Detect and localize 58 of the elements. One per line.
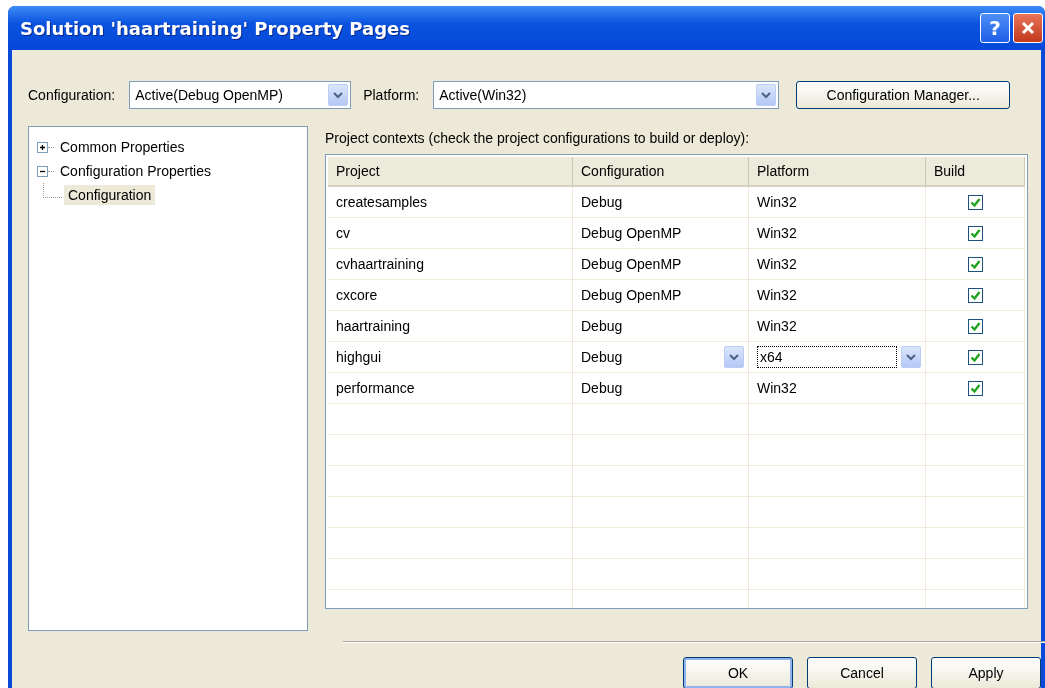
platform-label: Platform: (363, 87, 420, 103)
dialog-button[interactable]: Apply (931, 657, 1041, 688)
table-cell: cxcore (328, 280, 573, 310)
table-cell: Debug OpenMP (581, 256, 682, 272)
table-cell: Debug OpenMP (581, 225, 682, 241)
table-cell: highgui (328, 342, 573, 372)
tree-item[interactable]: Configuration (64, 185, 156, 205)
table-cell: Debug (581, 194, 623, 210)
table-cell: Win32 (757, 318, 797, 334)
column-header[interactable]: Configuration (573, 157, 749, 185)
grid-caption: Project contexts (check the project configurations to build or deploy): (325, 130, 751, 148)
table-cell: haartraining (328, 311, 573, 341)
table-cell: Debug (581, 318, 623, 334)
table-cell: Debug (581, 380, 623, 396)
build-checkbox[interactable] (967, 318, 983, 334)
dialog-button[interactable]: Cancel (807, 657, 917, 688)
close-button[interactable] (1013, 13, 1043, 43)
build-checkbox[interactable] (967, 380, 983, 396)
build-checkbox[interactable] (967, 287, 983, 303)
help-button[interactable]: ? (980, 13, 1010, 43)
window-title: Solution 'haartraining' Property Pages (20, 17, 410, 39)
table-cell: createsamples (328, 187, 573, 217)
table-cell: cv (328, 218, 573, 248)
tree-item[interactable]: Configuration Properties (56, 161, 215, 181)
build-checkbox[interactable] (967, 349, 983, 365)
platform-field[interactable]: x64 (757, 346, 897, 368)
column-header[interactable]: Platform (749, 157, 926, 185)
caret-icon (761, 91, 772, 99)
dropdown-button[interactable] (901, 346, 921, 368)
table-cell: Debug OpenMP (581, 287, 682, 303)
build-checkbox[interactable] (967, 225, 983, 241)
table-cell: performance (328, 373, 573, 403)
table-cell: Debug (581, 349, 623, 365)
dropdown-button[interactable] (724, 346, 744, 368)
table-cell: Win32 (757, 287, 797, 303)
build-checkbox[interactable] (967, 256, 983, 272)
platform-dropdown[interactable]: Active(Win32) (433, 81, 780, 109)
dropdown-button[interactable] (756, 84, 777, 106)
column-header[interactable]: Project (328, 157, 573, 185)
table-cell: Win32 (757, 225, 797, 241)
table-cell: Win32 (757, 256, 797, 272)
table-cell: cvhaartraining (328, 249, 573, 279)
tree-item[interactable]: Common Properties (56, 137, 189, 157)
caret-icon (729, 353, 739, 361)
table-cell: Win32 (757, 194, 797, 210)
close-icon (1021, 21, 1035, 35)
collapse-icon[interactable] (37, 165, 48, 177)
column-header[interactable]: Build (926, 157, 1025, 185)
caret-icon (906, 353, 916, 361)
configuration-manager-button[interactable]: Configuration Manager... (796, 81, 1011, 109)
dropdown-button[interactable] (328, 84, 349, 106)
caret-icon (333, 91, 344, 99)
dialog-button[interactable]: OK (683, 657, 793, 688)
build-checkbox[interactable] (967, 194, 983, 210)
configuration-dropdown[interactable]: Active(Debug OpenMP) (129, 81, 352, 109)
table-cell: Win32 (757, 380, 797, 396)
configuration-label: Configuration: (28, 87, 116, 103)
expand-icon[interactable] (37, 141, 48, 153)
